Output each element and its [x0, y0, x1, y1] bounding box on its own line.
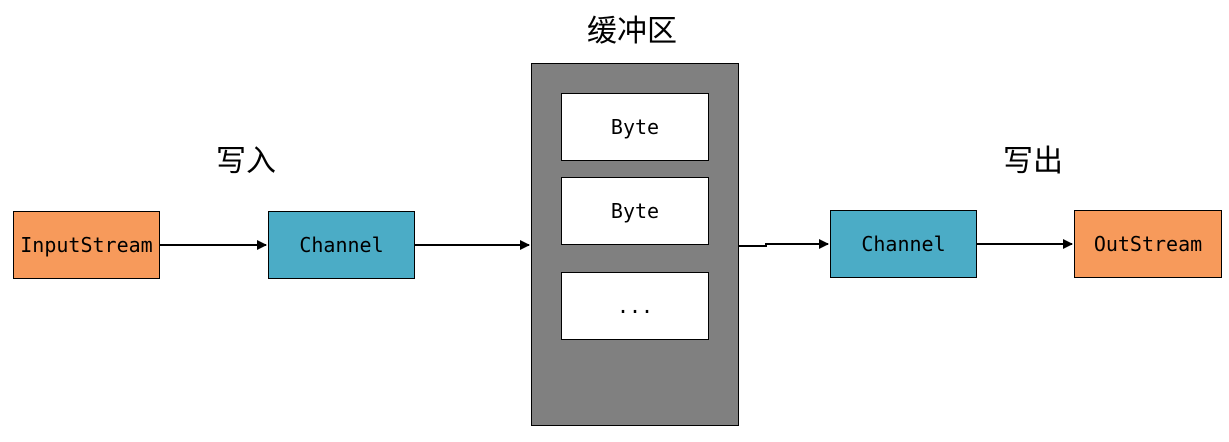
- input-stream-box: InputStream: [13, 211, 160, 279]
- nio-diagram: 缓冲区 写入 写出 InputStream Channel Byte Byte …: [0, 0, 1229, 442]
- buffer-item: Byte: [561, 93, 709, 161]
- write-out-label: 写出: [1003, 144, 1063, 179]
- write-in-label: 写入: [216, 144, 276, 179]
- out-stream-box: OutStream: [1074, 210, 1222, 278]
- buffer-title: 缓冲区: [587, 14, 677, 49]
- buffer-item: ...: [561, 272, 709, 340]
- buffer-item: Byte: [561, 177, 709, 245]
- channel-in-box: Channel: [268, 211, 415, 279]
- channel-out-box: Channel: [830, 210, 977, 278]
- arrow-buffer-to-channel: [739, 239, 829, 249]
